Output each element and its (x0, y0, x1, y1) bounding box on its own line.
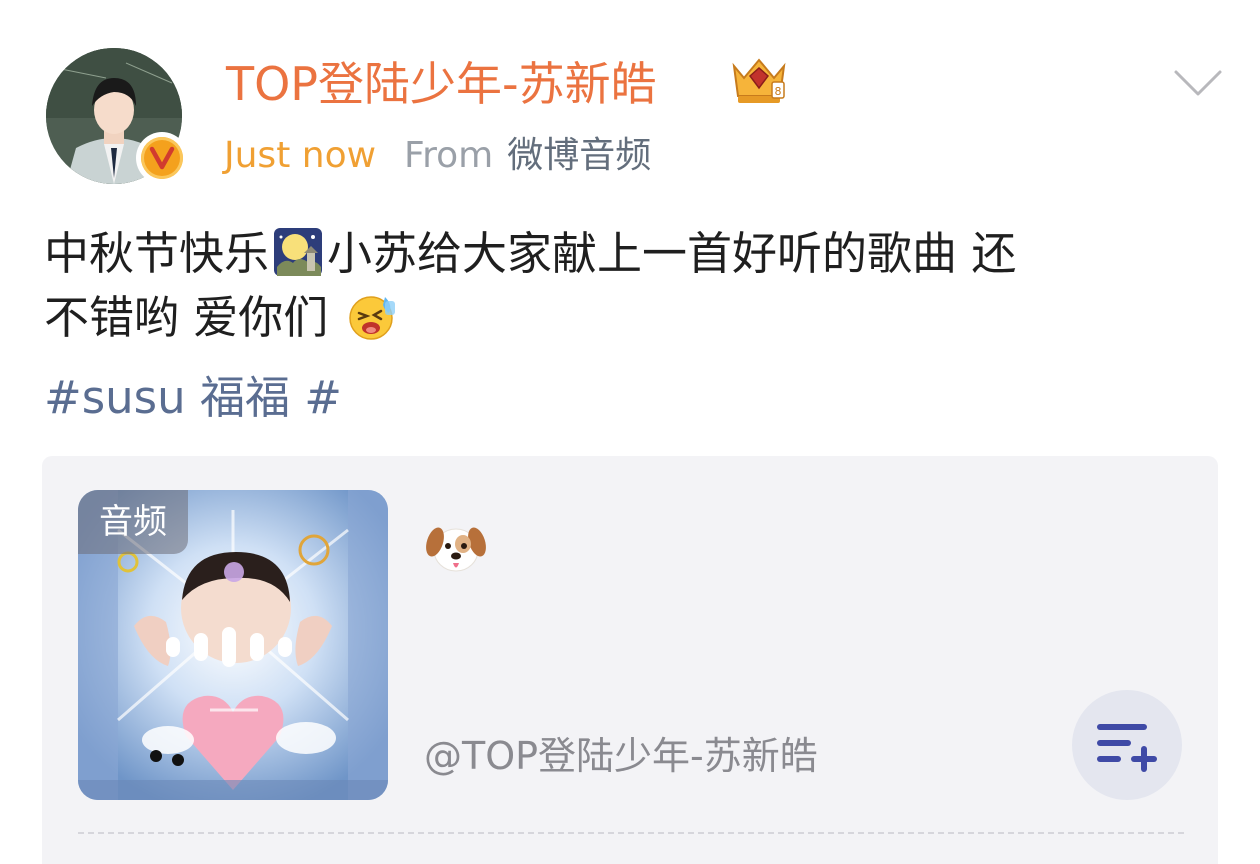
post-time: Just now (224, 135, 377, 176)
add-to-playlist-button[interactable] (1072, 690, 1182, 800)
author-name[interactable]: TOP登陆少年-苏新皓 (226, 52, 657, 116)
divider (78, 832, 1184, 834)
audio-tag: 音频 (78, 490, 188, 554)
svg-text:8: 8 (775, 85, 782, 98)
post-source[interactable]: 微博音频 (507, 135, 651, 176)
audio-wave-icon[interactable] (164, 627, 304, 667)
hashtag-link[interactable]: #susu 福福 # (44, 366, 342, 430)
post-text: 中秋节快乐 小苏给大家献上一首好听的歌曲 还 不错哟 爱你们 (44, 222, 1234, 350)
post-text-line-2: 不错哟 爱你们 (44, 286, 1234, 350)
add-to-playlist-icon (1097, 724, 1157, 772)
weibo-post: TOP登陆少年-苏新皓 8 Just now From 微博音频 中秋节快乐 小… (0, 0, 1260, 864)
audio-card[interactable]: 音频 @TOP登陆少年-苏新皓 (42, 456, 1218, 864)
audio-author[interactable]: @TOP登陆少年-苏新皓 (424, 728, 818, 784)
from-label: From (404, 135, 494, 176)
audio-cover[interactable]: 音频 (78, 490, 388, 800)
post-meta: Just now From 微博音频 (224, 132, 651, 180)
verified-v-icon (136, 132, 188, 184)
moon-festival-emoji (273, 227, 323, 277)
author-avatar[interactable] (46, 48, 188, 184)
crown-icon[interactable]: 8 (728, 52, 790, 108)
laughing-tears-emoji (347, 291, 397, 341)
post-text-line-1: 中秋节快乐 小苏给大家献上一首好听的歌曲 还 (44, 227, 1017, 280)
dog-emoji (426, 520, 486, 576)
chevron-down-icon[interactable] (1172, 66, 1224, 100)
